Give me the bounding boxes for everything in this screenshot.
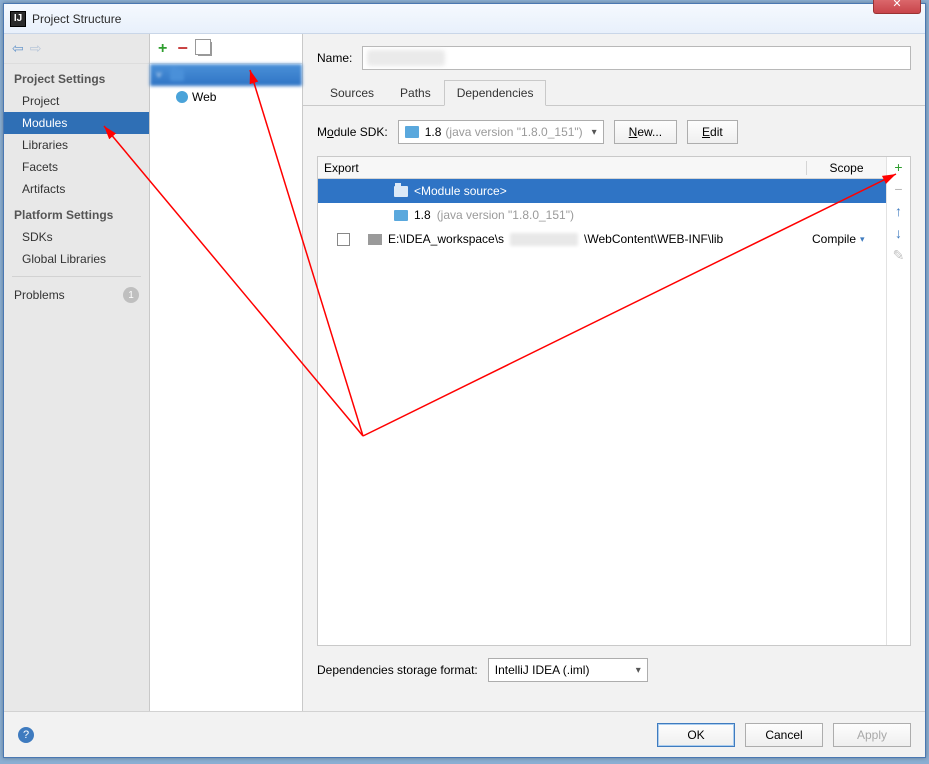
window-title: Project Structure bbox=[32, 12, 121, 26]
sdk-detail: (java version "1.8.0_151") bbox=[445, 125, 582, 139]
problems-count-badge: 1 bbox=[123, 287, 139, 303]
back-arrow-icon[interactable]: ⇦ bbox=[12, 40, 24, 57]
modules-tree-panel: + − ˅ Web bbox=[150, 34, 303, 711]
edit-dependency-icon[interactable]: ✎ bbox=[891, 247, 907, 263]
close-button[interactable]: ✕ bbox=[873, 0, 921, 14]
dep-jdk-detail: (java version "1.8.0_151") bbox=[437, 208, 574, 222]
sidebar-item-project[interactable]: Project bbox=[4, 90, 149, 112]
storage-format-value: IntelliJ IDEA (.iml) bbox=[495, 663, 590, 677]
dep-row-lib[interactable]: E:\IDEA_workspace\s \WebContent\WEB-INF\l… bbox=[318, 227, 886, 251]
dialog-footer: ? OK Cancel Apply bbox=[4, 711, 925, 757]
sidebar-item-modules[interactable]: Modules bbox=[4, 112, 149, 134]
library-icon bbox=[368, 234, 382, 245]
dialog-body: ⇦ ⇨ Project Settings Project Modules Lib… bbox=[4, 34, 925, 711]
dependencies-list[interactable]: Export Scope <Module source> bbox=[318, 157, 886, 645]
sdk-row: Module SDK: 1.8 (java version "1.8.0_151… bbox=[303, 106, 925, 156]
sidebar-item-global-libraries[interactable]: Global Libraries bbox=[4, 248, 149, 270]
remove-module-icon[interactable]: − bbox=[177, 38, 188, 59]
name-row: Name: bbox=[303, 34, 925, 80]
tree-web-facet-row[interactable]: Web bbox=[150, 86, 302, 108]
help-icon[interactable]: ? bbox=[18, 727, 34, 743]
module-tabs: Sources Paths Dependencies bbox=[303, 80, 925, 106]
sidebar-item-artifacts[interactable]: Artifacts bbox=[4, 178, 149, 200]
project-settings-header: Project Settings bbox=[4, 64, 149, 90]
col-export-header[interactable]: Export bbox=[318, 161, 368, 175]
jdk-icon bbox=[405, 126, 419, 138]
dependencies-table: Export Scope <Module source> bbox=[317, 156, 911, 646]
edit-sdk-button[interactable]: Edit bbox=[687, 120, 738, 144]
dependencies-header: Export Scope bbox=[318, 157, 886, 179]
tree-toolbar: + − bbox=[150, 34, 302, 64]
tab-dependencies[interactable]: Dependencies bbox=[444, 80, 547, 106]
dep-scope-value[interactable]: Compile bbox=[812, 232, 856, 246]
add-dependency-icon[interactable]: + bbox=[891, 159, 907, 175]
dependencies-side-toolbar: + − ↑ ↓ ✎ bbox=[886, 157, 910, 645]
storage-format-label: Dependencies storage format: bbox=[317, 663, 478, 677]
module-icon bbox=[170, 69, 184, 81]
sidebar-item-sdks[interactable]: SDKs bbox=[4, 226, 149, 248]
sidebar-separator bbox=[12, 276, 141, 277]
redacted-path-icon bbox=[510, 233, 578, 246]
modules-tree[interactable]: ˅ Web bbox=[150, 64, 302, 711]
dep-path-pre: E:\IDEA_workspace\s bbox=[388, 232, 504, 246]
sidebar-problems-label: Problems bbox=[14, 288, 65, 302]
main-panel: Name: Sources Paths Dependencies Module … bbox=[303, 34, 925, 711]
add-module-icon[interactable]: + bbox=[158, 40, 167, 58]
dialog-window: IJ Project Structure ✕ ⇦ ⇨ Project Setti… bbox=[3, 3, 926, 758]
dep-row-jdk[interactable]: 1.8 (java version "1.8.0_151") bbox=[318, 203, 886, 227]
storage-format-row: Dependencies storage format: IntelliJ ID… bbox=[303, 646, 925, 682]
jdk-icon bbox=[394, 210, 408, 221]
web-icon bbox=[176, 91, 188, 103]
folder-icon bbox=[394, 186, 408, 197]
platform-settings-header: Platform Settings bbox=[4, 200, 149, 226]
tree-module-row[interactable]: ˅ bbox=[150, 64, 302, 86]
export-checkbox[interactable] bbox=[337, 233, 350, 246]
dep-path-post: \WebContent\WEB-INF\lib bbox=[584, 232, 723, 246]
titlebar: IJ Project Structure ✕ bbox=[4, 4, 925, 34]
cancel-button[interactable]: Cancel bbox=[745, 723, 823, 747]
move-down-icon[interactable]: ↓ bbox=[891, 225, 907, 241]
scope-dropdown-icon[interactable]: ▾ bbox=[860, 234, 865, 245]
nav-arrows: ⇦ ⇨ bbox=[4, 34, 149, 64]
storage-format-combo[interactable]: IntelliJ IDEA (.iml) bbox=[488, 658, 648, 682]
dep-jdk-version: 1.8 bbox=[414, 208, 431, 222]
sdk-version: 1.8 bbox=[425, 125, 442, 139]
new-sdk-button[interactable]: New... bbox=[614, 120, 677, 144]
apply-button[interactable]: Apply bbox=[833, 723, 911, 747]
module-name-input[interactable] bbox=[362, 46, 911, 70]
sidebar-item-libraries[interactable]: Libraries bbox=[4, 134, 149, 156]
forward-arrow-icon[interactable]: ⇨ bbox=[30, 40, 42, 57]
app-icon: IJ bbox=[10, 11, 26, 27]
dep-row-module-source[interactable]: <Module source> bbox=[318, 179, 886, 203]
tab-sources[interactable]: Sources bbox=[317, 80, 387, 105]
copy-module-icon[interactable] bbox=[198, 42, 212, 56]
module-sdk-label: Module SDK: bbox=[317, 125, 388, 139]
module-sdk-combo[interactable]: 1.8 (java version "1.8.0_151") bbox=[398, 120, 604, 144]
redacted-name-icon bbox=[367, 50, 445, 66]
ok-button[interactable]: OK bbox=[657, 723, 735, 747]
sidebar: ⇦ ⇨ Project Settings Project Modules Lib… bbox=[4, 34, 150, 711]
chevron-down-icon[interactable]: ˅ bbox=[156, 70, 166, 81]
sidebar-item-problems[interactable]: Problems 1 bbox=[4, 283, 149, 307]
remove-dependency-icon[interactable]: − bbox=[891, 181, 907, 197]
web-facet-label: Web bbox=[192, 90, 216, 104]
tab-paths[interactable]: Paths bbox=[387, 80, 444, 105]
move-up-icon[interactable]: ↑ bbox=[891, 203, 907, 219]
col-scope-header[interactable]: Scope bbox=[806, 161, 886, 175]
sidebar-item-facets[interactable]: Facets bbox=[4, 156, 149, 178]
dep-name: <Module source> bbox=[414, 184, 507, 198]
name-label: Name: bbox=[317, 51, 352, 65]
